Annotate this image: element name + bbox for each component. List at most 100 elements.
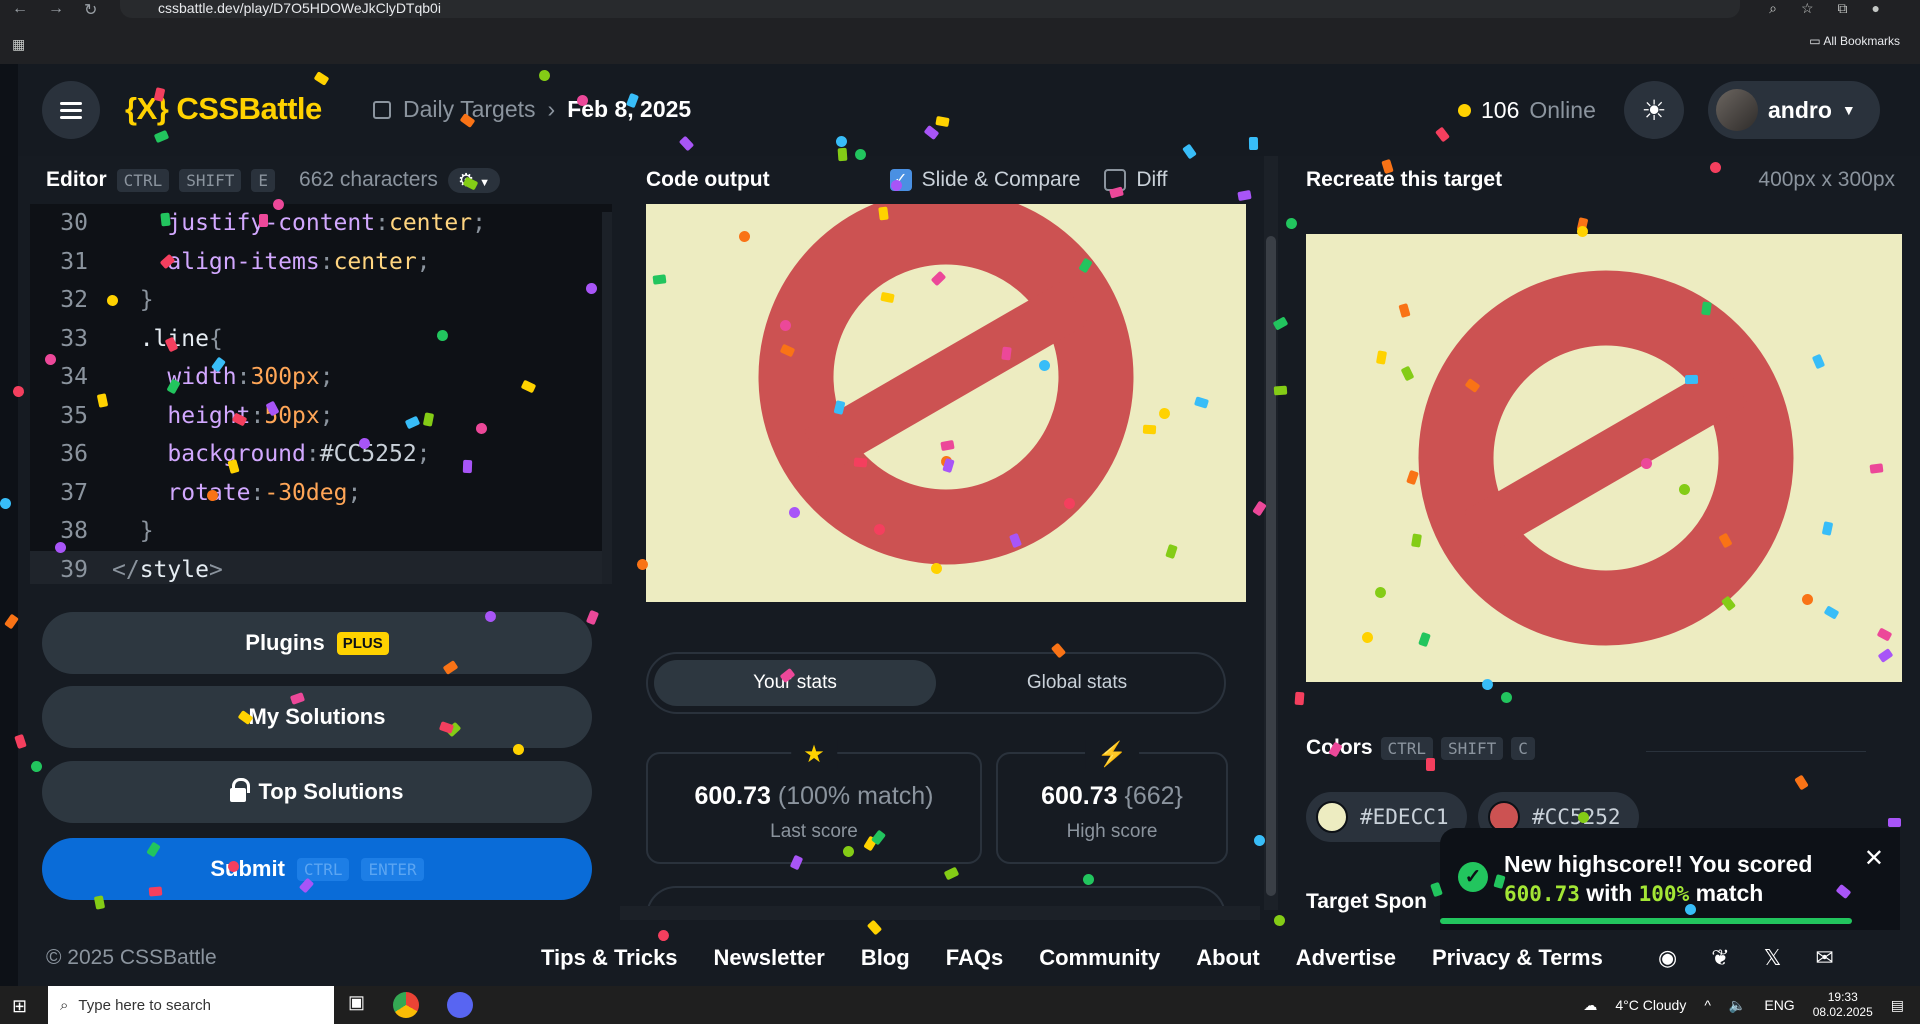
chevron-up-icon[interactable]: ^ xyxy=(1704,997,1711,1013)
plugins-button[interactable]: Plugins PLUS xyxy=(42,612,592,674)
weather-text[interactable]: 4°C Cloudy xyxy=(1615,997,1686,1013)
code-editor[interactable]: 30 justify-content:center; 31 align-item… xyxy=(30,204,612,584)
calendar-icon xyxy=(373,100,391,119)
menu-button[interactable] xyxy=(42,81,100,139)
plugins-label: Plugins xyxy=(245,630,325,655)
output-header: Code output ✓ Slide & Compare Diff xyxy=(620,156,1260,204)
footer-link-blog[interactable]: Blog xyxy=(861,945,910,971)
lock-icon xyxy=(230,778,251,802)
code-text: background:#CC5252; xyxy=(167,441,431,467)
confetti-piece xyxy=(1001,346,1012,361)
color-dot xyxy=(1316,801,1348,833)
line-number: 37 xyxy=(60,479,88,506)
slide-compare-toggle[interactable]: ✓ Slide & Compare xyxy=(889,168,1080,192)
confetti-piece xyxy=(1701,301,1712,316)
apps-grid-icon[interactable]: ▦ xyxy=(12,36,25,53)
lightning-icon: ⚡ xyxy=(1085,740,1139,769)
confetti-piece xyxy=(878,206,889,221)
tab-your-stats[interactable]: Your stats xyxy=(654,660,936,706)
all-bookmarks[interactable]: ▭ All Bookmarks xyxy=(1809,34,1900,48)
high-score-line: 600.73 {662} xyxy=(998,782,1226,811)
kbd-ctrl: CTRL xyxy=(1380,736,1434,760)
confetti-piece xyxy=(1248,136,1259,151)
bookmark-star-icon[interactable]: ☆ xyxy=(1801,0,1814,17)
language-indicator[interactable]: ENG xyxy=(1764,997,1794,1013)
extensions-icon[interactable]: ⧉ xyxy=(1838,0,1848,17)
notifications-icon[interactable]: ▤ xyxy=(1891,997,1904,1014)
back-icon[interactable]: ← xyxy=(12,0,28,20)
check-circle-icon: ✓ xyxy=(1458,862,1488,892)
tab-global-stats[interactable]: Global stats xyxy=(936,660,1218,706)
last-score-line: 600.73 (100% match) xyxy=(648,782,980,811)
address-bar[interactable]: cssbattle.dev/play/D7O5HDOWeJkClyDTqb0i xyxy=(120,0,1740,18)
my-solutions-label: My Solutions xyxy=(248,704,386,729)
theme-toggle-button[interactable]: ☀ xyxy=(1624,81,1684,139)
confetti-piece xyxy=(652,274,667,285)
sun-icon: ☀ xyxy=(1641,94,1667,126)
code-line: 39 </style> xyxy=(30,550,612,584)
my-solutions-button[interactable]: My Solutions xyxy=(42,686,592,748)
taskbar-search[interactable]: ⌕ Type here to search xyxy=(48,986,334,1024)
confetti-piece xyxy=(837,147,848,162)
plus-badge: PLUS xyxy=(336,631,389,655)
confetti-piece xyxy=(1294,691,1305,706)
user-menu-button[interactable]: andro ▼ xyxy=(1708,81,1880,139)
code-line: 31 align-items:center; xyxy=(30,243,612,282)
char-count: 662 characters xyxy=(299,168,438,191)
stats-tabs: Your stats Global stats xyxy=(646,652,1226,714)
reload-icon[interactable]: ↻ xyxy=(84,0,97,20)
editor-title: Editor xyxy=(46,168,107,191)
kbd-c: C xyxy=(1511,736,1535,760)
scroll-thumb[interactable] xyxy=(1266,236,1276,896)
footer-link-about[interactable]: About xyxy=(1196,945,1260,971)
volume-icon[interactable]: 🔈 xyxy=(1729,997,1746,1014)
top-solutions-button[interactable]: Top Solutions xyxy=(42,761,592,823)
footer-link-privacy[interactable]: Privacy & Terms xyxy=(1432,945,1603,971)
browser-toolbar: ← → ↻ cssbattle.dev/play/D7O5HDOWeJkClyD… xyxy=(0,0,1920,64)
toast-line-1: New highscore!! You scored xyxy=(1504,851,1813,877)
chrome-icon[interactable] xyxy=(393,992,420,1018)
high-score-value: 600.73 xyxy=(1041,782,1118,810)
confetti-piece xyxy=(1684,374,1699,385)
taskbar-apps: ▣ xyxy=(348,992,474,1018)
task-view-icon[interactable]: ▣ xyxy=(348,992,365,1018)
close-icon[interactable]: ✕ xyxy=(1864,844,1884,873)
mail-icon[interactable]: ✉ xyxy=(1815,945,1833,971)
profile-icon[interactable]: ● xyxy=(1872,0,1880,17)
target-title: Recreate this target xyxy=(1306,168,1503,191)
confetti-piece xyxy=(148,886,163,897)
footer-links: Tips & Tricks Newsletter Blog FAQs Commu… xyxy=(541,945,1603,971)
forward-icon[interactable]: → xyxy=(48,0,64,20)
footer-link-newsletter[interactable]: Newsletter xyxy=(714,945,825,971)
kbd-e: E xyxy=(251,168,276,192)
bluesky-icon[interactable]: ❦ xyxy=(1711,945,1729,971)
breadcrumb: Daily Targets › Feb 8, 2025 xyxy=(373,96,691,123)
footer-link-community[interactable]: Community xyxy=(1039,945,1160,971)
discord-app-icon[interactable] xyxy=(447,992,474,1018)
footer-link-tips[interactable]: Tips & Tricks xyxy=(541,945,678,971)
clock[interactable]: 19:33 08.02.2025 xyxy=(1813,990,1873,1020)
code-line: 35 height:50px; xyxy=(30,397,612,436)
vertical-scrollbar[interactable] xyxy=(1264,156,1278,910)
target-canvas[interactable] xyxy=(1306,234,1902,682)
horizontal-scrollbar[interactable] xyxy=(620,906,1260,920)
x-icon[interactable]: 𝕏 xyxy=(1764,945,1782,971)
bookmarks-label: All Bookmarks xyxy=(1823,34,1900,48)
zoom-icon[interactable]: ⌕ xyxy=(1769,0,1777,17)
output-canvas[interactable] xyxy=(646,204,1246,602)
confetti-piece xyxy=(1888,818,1901,827)
footer-link-faqs[interactable]: FAQs xyxy=(946,945,1003,971)
confetti-piece xyxy=(462,459,473,474)
discord-icon[interactable]: ◉ xyxy=(1658,945,1677,971)
kbd-ctrl: CTRL xyxy=(116,168,170,192)
windows-start-icon[interactable]: ⊞ xyxy=(12,996,27,1017)
line-number: 39 xyxy=(60,556,88,583)
submit-button[interactable]: Submit CTRL ENTER xyxy=(42,838,592,900)
editor-scrollbar[interactable] xyxy=(602,212,612,584)
toast-with: with xyxy=(1586,880,1633,906)
weather-icon: ☁ xyxy=(1583,996,1598,1013)
code-text: rotate:-30deg; xyxy=(167,479,362,506)
code-text: height:50px; xyxy=(167,402,334,429)
footer-link-advertise[interactable]: Advertise xyxy=(1296,945,1396,971)
confetti-piece xyxy=(1869,463,1884,474)
